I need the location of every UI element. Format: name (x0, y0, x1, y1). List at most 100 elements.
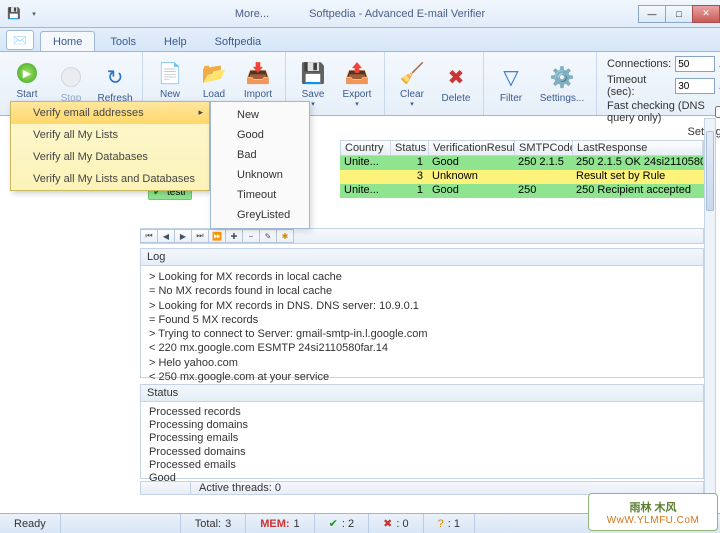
status-ready: Ready (0, 514, 61, 533)
table-row[interactable]: 3 Unknown Result set by Rule (340, 170, 704, 184)
check-icon: ✔ (329, 517, 338, 530)
close-button[interactable]: ✕ (692, 5, 720, 23)
nav-prev-button[interactable]: ◀ (157, 229, 175, 243)
menu-item-verify-databases[interactable]: Verify all My Databases (11, 146, 209, 168)
load-icon: 📂 (200, 59, 228, 87)
submenu-item-bad[interactable]: Bad (211, 145, 309, 165)
filter-icon: ▽ (497, 63, 525, 91)
submenu-item-timeout[interactable]: Timeout (211, 185, 309, 205)
submenu-item-greylisted[interactable]: GreyListed (211, 205, 309, 225)
watermark-url: WwW.YLMFU.CoM (607, 515, 700, 526)
log-line: > Looking for MX records in local cache (149, 270, 695, 284)
maximize-button[interactable]: □ (665, 5, 693, 23)
app-menu-button[interactable]: ✉️ (6, 30, 34, 50)
quick-access-toolbar: 💾 ▾ (0, 6, 48, 22)
ribbon-settings-panel: Connections:▴▾ Timeout (sec):▴▾ Fast che… (597, 52, 720, 115)
verify-menu: Verify email addresses Verify all My Lis… (10, 101, 210, 191)
table-row[interactable]: Unite... 1 Good 250 250 Recipient accept… (340, 184, 704, 198)
timeout-label: Timeout (sec): (607, 74, 671, 98)
col-smtp[interactable]: SMTPCode (515, 141, 573, 155)
qat-dropdown-icon[interactable]: ▾ (26, 6, 42, 22)
nav-edit-button[interactable]: ✎ (259, 229, 277, 243)
log-line: = No MX records found in local cache (149, 284, 695, 298)
record-navigator: ⏮ ◀ ▶ ⏭ ⏩ ✚ − ✎ ✱ (140, 228, 704, 244)
status-warn: ?: 1 (424, 514, 475, 533)
status-total: Total: 3 (181, 514, 246, 533)
tab-tools[interactable]: Tools (97, 31, 149, 51)
title-context-tabs: More... Softpedia - Advanced E-mail Veri… (235, 8, 485, 20)
ribbon-group-edit: 🧹Clear▾ ✖Delete (385, 52, 484, 115)
threads-gauge (141, 482, 191, 494)
threads-label: Active threads: 0 (191, 482, 289, 494)
save-icon[interactable]: 💾 (6, 6, 22, 22)
nav-del-button[interactable]: − (242, 229, 260, 243)
connections-input[interactable] (675, 56, 715, 72)
new-icon: 📄 (156, 59, 184, 87)
window-controls: — □ ✕ (639, 5, 720, 23)
fastcheck-checkbox[interactable] (715, 106, 720, 118)
verify-submenu: New Good Bad Unknown Timeout GreyListed (210, 101, 310, 229)
refresh-icon: ↻ (101, 63, 129, 91)
log-line: = Found 5 MX records (149, 313, 695, 327)
nav-next-button[interactable]: ▶ (174, 229, 192, 243)
scrollbar-thumb[interactable] (706, 131, 714, 211)
titlebar: 💾 ▾ More... Softpedia - Advanced E-mail … (0, 0, 720, 28)
menu-item-verify-all[interactable]: Verify all My Lists and Databases (11, 168, 209, 190)
fastcheck-label: Fast checking (DNS query only) (607, 100, 711, 124)
col-status[interactable]: Status (391, 141, 429, 155)
export-icon: 📤 (343, 59, 371, 87)
submenu-item-unknown[interactable]: Unknown (211, 165, 309, 185)
settings-button[interactable]: ⚙️Settings... (534, 55, 590, 113)
log-panel: Log > Looking for MX records in local ca… (140, 248, 704, 378)
submenu-item-good[interactable]: Good (211, 125, 309, 145)
ribbon-tabs: Home Tools Help Softpedia (0, 28, 720, 52)
menu-item-verify-emails[interactable]: Verify email addresses (11, 102, 209, 124)
status-line: Processed domains (149, 446, 695, 459)
col-country[interactable]: Country (341, 141, 391, 155)
col-vres[interactable]: VerificationResult (429, 141, 515, 155)
eraser-icon: 🧹 (398, 59, 426, 87)
status-line: Processed emails (149, 459, 695, 472)
status-err: ✖: 0 (369, 514, 423, 533)
status-ok: ✔: 2 (315, 514, 369, 533)
status-line: Processing domains (149, 419, 695, 432)
mail-icon: ✉️ (13, 34, 27, 47)
nav-first-button[interactable]: ⏮ (140, 229, 158, 243)
filter-button[interactable]: ▽Filter (490, 55, 532, 113)
log-line: < 250 mx.google.com at your service (149, 370, 695, 384)
tab-softpedia[interactable]: Softpedia (202, 31, 274, 51)
status-panel-title: Status (141, 385, 703, 402)
question-icon: ? (438, 518, 444, 530)
log-line: > Trying to connect to Server: gmail-smt… (149, 327, 695, 341)
vertical-scrollbar[interactable] (704, 118, 716, 495)
menu-item-verify-lists[interactable]: Verify all My Lists (11, 124, 209, 146)
x-icon: ✖ (383, 517, 392, 530)
delete-button[interactable]: ✖Delete (435, 55, 477, 113)
disk-icon: 💾 (299, 59, 327, 87)
export-button[interactable]: 📤Export▾ (336, 55, 378, 113)
tab-home[interactable]: Home (40, 31, 95, 51)
log-line: > Looking for MX records in DNS. DNS ser… (149, 299, 695, 313)
nav-filter-button[interactable]: ✱ (276, 229, 294, 243)
status-panel: Status Processed records Processing doma… (140, 384, 704, 479)
nav-last-button[interactable]: ⏭ (191, 229, 209, 243)
more-tab[interactable]: More... (235, 8, 269, 20)
clear-button[interactable]: 🧹Clear▾ (391, 55, 433, 113)
import-icon: 📥 (244, 59, 272, 87)
ribbon-group-opts: ▽Filter ⚙️Settings... (484, 52, 597, 115)
results-table-header: Country Status VerificationResult SMTPCo… (340, 140, 704, 156)
play-icon: ▶ (13, 59, 41, 87)
gear-icon: ⚙️ (548, 63, 576, 91)
timeout-input[interactable] (675, 78, 715, 94)
tab-help[interactable]: Help (151, 31, 200, 51)
watermark-text: 雨林 木风 (629, 499, 676, 515)
col-last[interactable]: LastResponse (573, 141, 703, 155)
table-row[interactable]: Unite... 1 Good 250 2.1.5 250 2.1.5 OK 2… (340, 156, 704, 170)
submenu-item-new[interactable]: New (211, 105, 309, 125)
log-line: < 220 mx.google.com ESMTP 24si2110580far… (149, 341, 695, 355)
nav-fastfwd-button[interactable]: ⏩ (208, 229, 226, 243)
status-spacer (61, 514, 181, 533)
minimize-button[interactable]: — (638, 5, 666, 23)
nav-add-button[interactable]: ✚ (225, 229, 243, 243)
results-table-body: Unite... 1 Good 250 2.1.5 250 2.1.5 OK 2… (340, 156, 704, 198)
